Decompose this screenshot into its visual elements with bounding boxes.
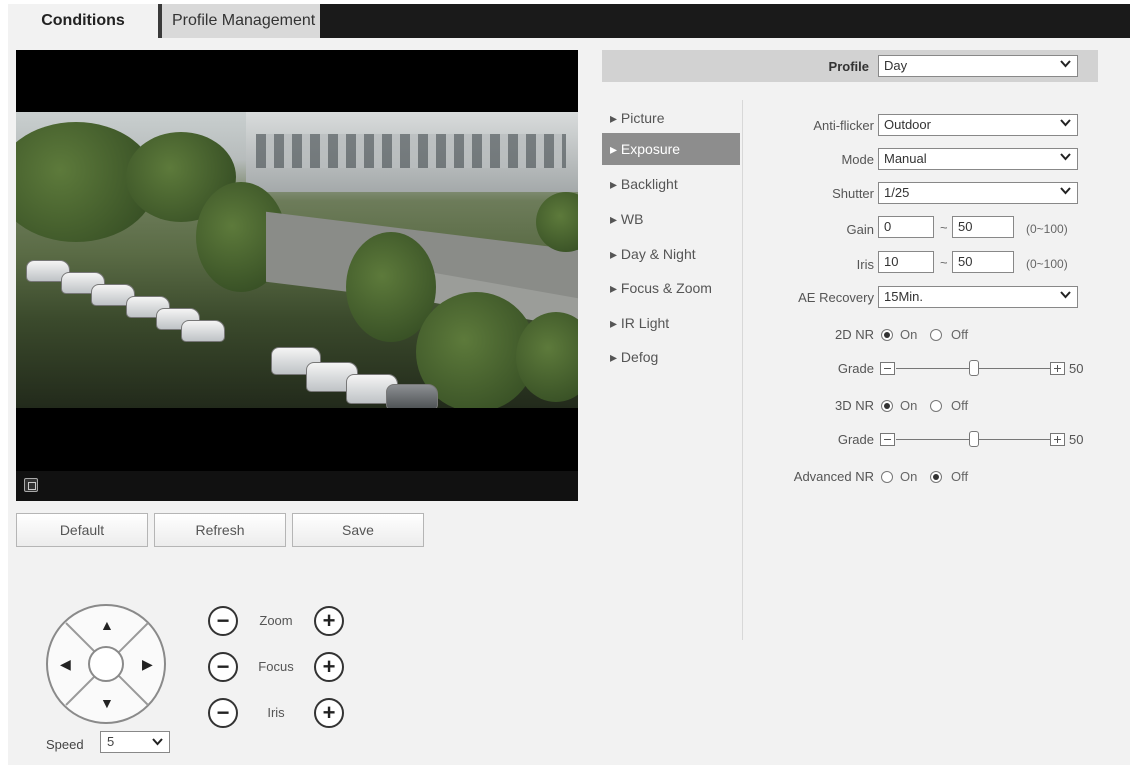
pan-down-icon[interactable]: ▼ [100, 696, 114, 710]
menu-item-exposure[interactable]: ▸ Exposure [602, 133, 740, 165]
profile-label: Profile [828, 59, 869, 74]
anti-flicker-value: Outdoor [884, 117, 931, 132]
default-button[interactable]: Default [16, 513, 148, 547]
menu-divider [742, 100, 743, 640]
scene-tree [536, 192, 578, 252]
nr3d-on-label: On [900, 398, 918, 413]
nr2d-on-radio[interactable] [881, 329, 893, 341]
menu-item-defog[interactable]: ▸ Defog [602, 341, 740, 373]
mode-label: Mode [841, 152, 874, 167]
grade-label: Grade [837, 361, 874, 376]
focus-label: Focus [258, 659, 294, 674]
gain-label: Gain [846, 222, 874, 237]
advanced-nr-on-radio[interactable] [881, 471, 893, 483]
chevron-down-icon [1060, 291, 1071, 299]
iris-tilde: ~ [940, 255, 948, 270]
save-button[interactable]: Save [292, 513, 424, 547]
shutter-label: Shutter [832, 186, 874, 201]
live-video-preview [16, 50, 578, 501]
ptz-center-button[interactable] [88, 646, 124, 682]
gain-range-hint: (0~100) [1026, 222, 1068, 236]
nr2d-off-radio[interactable] [930, 329, 942, 341]
nr3d-label: 3D NR [834, 398, 874, 413]
menu-item-backlight[interactable]: ▸ Backlight [602, 168, 740, 200]
nr2d-label: 2D NR [834, 327, 874, 342]
grade-label: Grade [837, 432, 874, 447]
advanced-nr-off-radio[interactable] [930, 471, 942, 483]
focus-plus-button[interactable]: + [314, 652, 344, 682]
grade-value: 50 [1069, 361, 1084, 376]
grade-value: 50 [1069, 432, 1084, 447]
grade-increase-button[interactable] [1050, 433, 1065, 446]
shutter-select[interactable]: 1/25 [878, 182, 1078, 204]
zoom-label: Zoom [259, 613, 293, 628]
nr3d-off-radio[interactable] [930, 400, 942, 412]
menu-item-picture[interactable]: ▸ Picture [602, 102, 740, 134]
ae-recovery-select[interactable]: 15Min. [878, 286, 1078, 308]
profile-value: Day [884, 58, 908, 73]
pan-left-icon[interactable]: ◀ [60, 657, 71, 671]
mode-select[interactable]: Manual [878, 148, 1078, 170]
advanced-nr-on-label: On [900, 469, 918, 484]
menu-item-wb[interactable]: ▸ WB [602, 203, 740, 235]
nr3d-off-label: Off [951, 398, 969, 413]
gain-tilde: ~ [940, 220, 948, 235]
iris-setting-label: Iris [856, 257, 874, 272]
iris-label: Iris [267, 705, 285, 720]
camera-scene [16, 112, 578, 408]
conditions-panel: Default Refresh Save ▲ ▼ ◀ ▶ Speed 5 − Z… [8, 38, 1130, 765]
ae-recovery-value: 15Min. [884, 289, 924, 304]
anti-flicker-label: Anti-flicker [813, 118, 874, 133]
chevron-down-icon [1060, 153, 1071, 161]
profile-select[interactable]: Day [878, 55, 1078, 77]
iris-range-hint: (0~100) [1026, 257, 1068, 271]
iris-minus-button[interactable]: − [208, 698, 238, 728]
nr3d-on-radio[interactable] [881, 400, 893, 412]
zoom-out-button[interactable]: − [208, 606, 238, 636]
refresh-button[interactable]: Refresh [154, 513, 286, 547]
grade-increase-button[interactable] [1050, 362, 1065, 375]
ptz-direction-pad: ▲ ▼ ◀ ▶ [46, 604, 166, 724]
tab-conditions[interactable]: Conditions [8, 4, 158, 38]
shutter-value: 1/25 [884, 185, 910, 200]
ae-recovery-label: AE Recovery [798, 290, 874, 305]
chevron-down-icon [1060, 60, 1071, 68]
advanced-nr-label: Advanced NR [793, 469, 874, 484]
tab-bar: Conditions Profile Management [8, 4, 1130, 38]
nr2d-on-label: On [900, 327, 918, 342]
nr2d-off-label: Off [951, 327, 969, 342]
menu-item-day-night[interactable]: ▸ Day & Night [602, 238, 740, 270]
chevron-down-icon [1060, 119, 1071, 127]
iris-min-input[interactable]: 10 [878, 251, 934, 273]
fullscreen-icon[interactable] [24, 478, 38, 492]
speed-select[interactable]: 5 [100, 731, 170, 753]
video-control-bar [16, 471, 578, 501]
iris-plus-button[interactable]: + [314, 698, 344, 728]
grade-slider-thumb[interactable] [969, 360, 979, 376]
anti-flicker-select[interactable]: Outdoor [878, 114, 1078, 136]
scene-building-windows [256, 134, 566, 168]
gain-max-input[interactable]: 50 [952, 216, 1014, 238]
zoom-in-button[interactable]: + [314, 606, 344, 636]
iris-max-input[interactable]: 50 [952, 251, 1014, 273]
scene-car [181, 320, 225, 342]
pan-right-icon[interactable]: ▶ [142, 657, 153, 671]
gain-min-input[interactable]: 0 [878, 216, 934, 238]
grade-decrease-button[interactable] [880, 362, 895, 375]
scene-car [386, 384, 438, 408]
grade-slider-thumb[interactable] [969, 431, 979, 447]
advanced-nr-off-label: Off [951, 469, 969, 484]
speed-value: 5 [107, 734, 115, 749]
chevron-down-icon [152, 738, 163, 746]
menu-item-focus-zoom[interactable]: ▸ Focus & Zoom [602, 272, 740, 304]
focus-minus-button[interactable]: − [208, 652, 238, 682]
tab-profile-management[interactable]: Profile Management [158, 4, 320, 38]
grade-decrease-button[interactable] [880, 433, 895, 446]
speed-label: Speed [46, 737, 84, 752]
mode-value: Manual [884, 151, 927, 166]
profile-bar: Profile Day [602, 50, 1098, 82]
chevron-down-icon [1060, 187, 1071, 195]
pan-up-icon[interactable]: ▲ [100, 618, 114, 632]
menu-item-ir-light[interactable]: ▸ IR Light [602, 307, 740, 339]
